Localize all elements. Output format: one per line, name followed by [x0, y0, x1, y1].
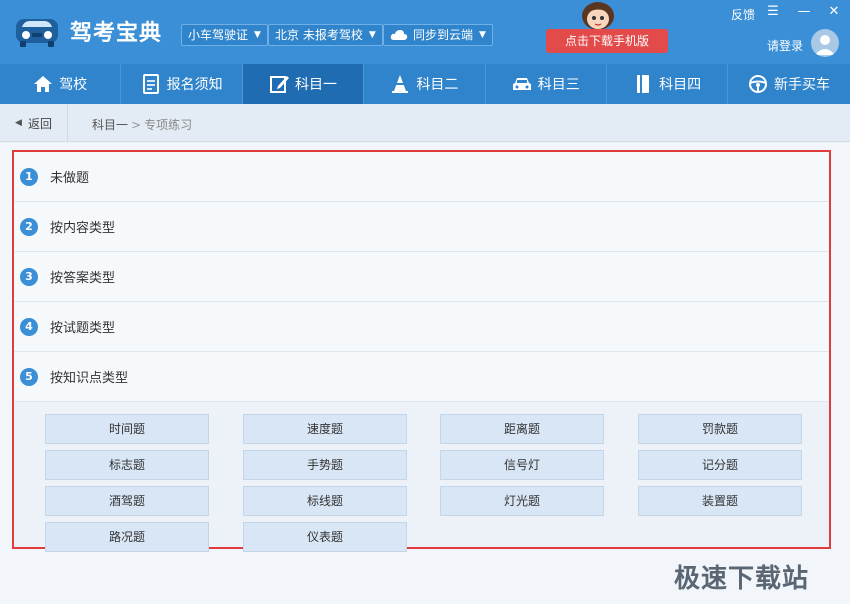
nav-item-label: 驾校	[59, 77, 88, 93]
topic-button[interactable]: 速度题	[243, 414, 407, 444]
menu-icon[interactable]: ☰	[765, 5, 781, 19]
nav-item-label: 科目四	[659, 77, 702, 93]
document-icon	[142, 74, 159, 94]
category-row-by-answer[interactable]: 3 按答案类型	[14, 252, 829, 302]
nav-item-label: 新手买车	[774, 77, 831, 93]
feedback-link[interactable]: 反馈	[731, 6, 755, 23]
watermark: 极速下载站	[674, 564, 810, 594]
title-bar: 驾考宝典 小车驾驶证 ▼ 北京 未报考驾校 ▼ 同步到云端 ▼ 点击下载手机版 反馈 …	[0, 0, 850, 64]
topic-button[interactable]: 仪表题	[243, 522, 407, 552]
city-school-label: 北京 未报考驾校	[275, 28, 363, 42]
breadcrumb-parent[interactable]: 科目一	[92, 118, 128, 132]
nav-item-driving-school[interactable]: 驾校	[0, 64, 122, 104]
car-logo-icon	[16, 19, 58, 47]
nav-item-label: 报名须知	[166, 77, 223, 93]
book-icon	[637, 75, 650, 93]
topic-button[interactable]: 信号灯	[440, 450, 604, 480]
topic-button[interactable]: 标线题	[243, 486, 407, 516]
breadcrumb: 科目一 > 专项练习	[92, 116, 192, 133]
app-title: 驾考宝典	[70, 21, 163, 46]
number-badge: 3	[20, 267, 38, 286]
chevron-down-icon: ▼	[254, 30, 261, 40]
category-label: 按知识点类型	[50, 371, 129, 386]
license-type-label: 小车驾驶证	[188, 28, 249, 42]
category-label: 按内容类型	[50, 221, 116, 236]
topic-button[interactable]: 酒驾题	[45, 486, 209, 516]
cloud-sync-label: 同步到云端	[413, 28, 474, 42]
close-icon[interactable]: ✕	[826, 5, 842, 19]
number-badge: 1	[20, 167, 38, 186]
nav-item-subject-three[interactable]: 科目三	[486, 64, 607, 104]
category-row-by-question-type[interactable]: 4 按试题类型	[14, 302, 829, 352]
nav-item-registration[interactable]: 报名须知	[121, 64, 243, 104]
category-row-by-knowledge-point[interactable]: 5 按知识点类型	[14, 352, 829, 402]
city-school-dropdown[interactable]: 北京 未报考驾校 ▼	[268, 24, 383, 46]
car-icon	[512, 78, 531, 90]
topic-button[interactable]: 记分题	[638, 450, 802, 480]
topic-button[interactable]: 时间题	[45, 414, 209, 444]
nav-item-label: 科目二	[416, 77, 459, 93]
breadcrumb-separator: >	[131, 118, 142, 132]
app-logo: 驾考宝典	[14, 13, 162, 49]
mascot-girl-icon	[582, 2, 614, 30]
edit-icon	[269, 76, 289, 93]
chevron-down-icon: ▼	[368, 30, 376, 40]
nav-item-subject-four[interactable]: 科目四	[607, 64, 729, 104]
home-icon	[34, 76, 53, 92]
cloud-icon	[390, 30, 408, 40]
breadcrumb-current: 专项练习	[144, 118, 193, 132]
avatar[interactable]	[811, 29, 839, 57]
nav-item-subject-one[interactable]: 科目一	[242, 64, 365, 104]
category-row-unanswered[interactable]: 1 未做题	[14, 152, 829, 202]
category-label: 按答案类型	[50, 271, 116, 286]
topic-button[interactable]: 距离题	[440, 414, 604, 444]
practice-category-panel: 1 未做题 2 按内容类型 3 按答案类型 4 按试题类型 5 按知识点类型 时…	[12, 150, 831, 552]
topic-button[interactable]: 手势题	[243, 450, 407, 480]
topic-button[interactable]: 装置题	[638, 486, 802, 516]
user-icon	[815, 35, 835, 55]
back-button[interactable]: ◀ 返回	[0, 104, 68, 142]
number-badge: 2	[20, 217, 38, 236]
nav-item-buy-car[interactable]: 新手买车	[728, 64, 849, 104]
topic-button[interactable]: 罚款题	[638, 414, 802, 444]
category-row-by-content[interactable]: 2 按内容类型	[14, 202, 829, 252]
cone-icon	[392, 75, 409, 93]
topic-button[interactable]: 路况题	[45, 522, 209, 552]
minimize-icon[interactable]: —	[796, 5, 812, 19]
number-badge: 4	[20, 317, 38, 336]
cloud-sync-dropdown[interactable]: 同步到云端 ▼	[383, 24, 493, 46]
nav-item-label: 科目一	[294, 77, 337, 93]
download-mobile-button[interactable]: 点击下载手机版	[546, 29, 668, 53]
topic-button[interactable]: 标志题	[45, 450, 209, 480]
category-label: 按试题类型	[50, 321, 116, 336]
nav-item-label: 科目三	[537, 77, 580, 93]
category-label: 未做题	[50, 171, 90, 186]
license-type-dropdown[interactable]: 小车驾驶证 ▼	[181, 24, 268, 46]
number-badge: 5	[20, 367, 38, 386]
main-nav: 驾校 报名须知 科目一 科目二 科目三 科目四 新手买车	[0, 64, 850, 104]
nav-item-subject-two[interactable]: 科目二	[364, 64, 486, 104]
knowledge-topic-grid: 时间题 速度题 距离题 罚款题 标志题 手势题 信号灯 记分题 酒驾题 标线题 …	[14, 402, 829, 552]
back-arrow-icon: ◀	[15, 118, 22, 128]
login-link[interactable]: 请登录	[767, 37, 803, 54]
chevron-down-icon: ▼	[479, 30, 486, 40]
back-label: 返回	[27, 116, 52, 131]
topic-button[interactable]: 灯光题	[440, 486, 604, 516]
breadcrumb-bar: ◀ 返回 科目一 > 专项练习	[0, 104, 850, 142]
steering-wheel-icon	[749, 75, 768, 93]
